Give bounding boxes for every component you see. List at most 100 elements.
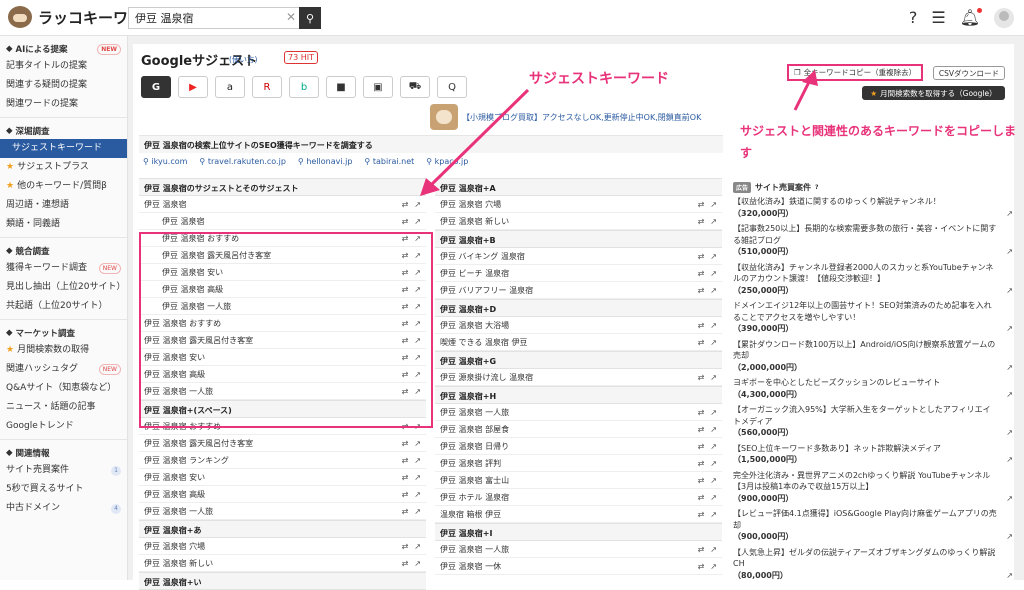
external-link-icon[interactable]: ↗ xyxy=(1001,362,1013,374)
seo-site-link[interactable]: ⚲ tabirai.net xyxy=(364,157,414,166)
swap-icon[interactable]: ⇄ xyxy=(402,387,409,396)
avatar[interactable] xyxy=(994,8,1014,28)
ad-item[interactable]: ヨギボーを中心としたビーズクッションのレビューサイト （4,300,000円） ↗ xyxy=(733,377,1013,400)
clear-icon[interactable]: ✕ xyxy=(286,10,296,24)
suggest-row[interactable]: 伊豆 温泉宿 部屋食 ⇄ ↗ xyxy=(435,421,722,438)
swap-icon[interactable]: ⇄ xyxy=(402,559,409,568)
swap-icon[interactable]: ⇄ xyxy=(402,200,409,209)
ad-item[interactable]: 完全外注化済み・異世界アニメの2chゆっくり解説 YouTubeチャンネル【3月… xyxy=(733,470,1013,505)
external-link-icon[interactable]: ↗ xyxy=(710,442,717,451)
external-link-icon[interactable]: ↗ xyxy=(710,562,717,571)
suggest-row[interactable]: 伊豆 温泉宿 穴場 ⇄ ↗ xyxy=(139,538,426,555)
external-link-icon[interactable]: ↗ xyxy=(414,302,421,311)
bell-icon[interactable]: 🔔︎ xyxy=(960,8,982,28)
external-link-icon[interactable]: ↗ xyxy=(1001,323,1013,335)
suggest-row[interactable]: 伊豆 温泉宿 安い ⇄ ↗ xyxy=(139,469,426,486)
ad-item[interactable]: 【収益化済み】鉄道に関するのゆっくり解説チャンネル！ （320,000円） ↗ xyxy=(733,196,1013,219)
sidebar-item-4-0[interactable]: サイト売買案件 1 xyxy=(0,461,127,480)
external-link-icon[interactable]: ↗ xyxy=(1001,285,1013,297)
external-link-icon[interactable]: ↗ xyxy=(1001,493,1013,505)
suggest-row[interactable]: 伊豆 ホテル 温泉宿 ⇄ ↗ xyxy=(435,489,722,506)
external-link-icon[interactable]: ↗ xyxy=(414,234,421,243)
swap-icon[interactable]: ⇄ xyxy=(402,336,409,345)
engine-tab-rakuten[interactable]: R xyxy=(252,76,282,98)
swap-icon[interactable]: ⇄ xyxy=(698,408,705,417)
swap-icon[interactable]: ⇄ xyxy=(698,373,705,382)
swap-icon[interactable]: ⇄ xyxy=(698,459,705,468)
swap-icon[interactable]: ⇄ xyxy=(698,493,705,502)
seo-site-link[interactable]: ⚲ travel.rakuten.co.jp xyxy=(199,157,285,166)
ad-item[interactable]: 【累計ダウンロード数100万以上】Android/iOS向け観察系放置ゲームの売… xyxy=(733,339,1013,374)
external-link-icon[interactable]: ↗ xyxy=(1001,389,1013,401)
external-link-icon[interactable]: ↗ xyxy=(414,422,421,431)
seo-site-link[interactable]: ⚲ ikyu.com xyxy=(143,157,187,166)
sidebar-item-4-2[interactable]: 中古ドメイン 4 xyxy=(0,499,127,518)
ad-item[interactable]: 【レビュー評価4.1点獲得】iOS&Google Play向け麻雀ゲームアプリの… xyxy=(733,508,1013,543)
engine-tab-qa[interactable]: Q xyxy=(437,76,467,98)
swap-icon[interactable]: ⇄ xyxy=(698,510,705,519)
ad-item[interactable]: 【SEO上位キーワード多数あり】ネット詐欺解決メディア （1,500,000円） ↗ xyxy=(733,443,1013,466)
search-input[interactable] xyxy=(128,7,299,29)
external-link-icon[interactable]: ↗ xyxy=(414,439,421,448)
suggest-row[interactable]: 伊豆 温泉宿 露天風呂付き客室 ⇄ ↗ xyxy=(139,247,426,264)
suggest-row[interactable]: 伊豆 温泉宿 露天風呂付き客室 ⇄ ↗ xyxy=(139,435,426,452)
external-link-icon[interactable]: ↗ xyxy=(710,459,717,468)
suggest-row[interactable]: 伊豆 温泉宿 評判 ⇄ ↗ xyxy=(435,455,722,472)
swap-icon[interactable]: ⇄ xyxy=(698,442,705,451)
swap-icon[interactable]: ⇄ xyxy=(402,456,409,465)
swap-icon[interactable]: ⇄ xyxy=(698,217,705,226)
swap-icon[interactable]: ⇄ xyxy=(402,370,409,379)
swap-icon[interactable]: ⇄ xyxy=(402,217,409,226)
sidebar-item-1-4[interactable]: 類語・同義語 xyxy=(0,215,127,234)
suggest-row[interactable]: 伊豆 温泉宿 おすすめ ⇄ ↗ xyxy=(139,315,426,332)
sidebar-item-1-2[interactable]: ★ 他のキーワード/質問β xyxy=(0,177,127,196)
sidebar-item-0-1[interactable]: 関連する疑問の提案 xyxy=(0,76,127,95)
sidebar-item-3-3[interactable]: ニュース・話題の記事 xyxy=(0,398,127,417)
swap-icon[interactable]: ⇄ xyxy=(402,251,409,260)
suggest-row[interactable]: 伊豆 温泉宿 ⇄ ↗ xyxy=(139,196,426,213)
external-link-icon[interactable]: ↗ xyxy=(710,510,717,519)
external-link-icon[interactable]: ↗ xyxy=(710,545,717,554)
external-link-icon[interactable]: ↗ xyxy=(1001,570,1013,582)
engine-tab-amazon[interactable]: a xyxy=(215,76,245,98)
swap-icon[interactable]: ⇄ xyxy=(698,338,705,347)
engine-tab-youtube[interactable]: ▶ xyxy=(178,76,208,98)
sidebar-item-1-3[interactable]: 周辺語・連想語 xyxy=(0,196,127,215)
sidebar-item-0-2[interactable]: 関連ワードの提案 xyxy=(0,95,127,114)
sidebar-item-1-1[interactable]: ★ サジェストプラス xyxy=(0,158,127,177)
suggest-row[interactable]: 伊豆 温泉宿 ⇄ ↗ xyxy=(139,213,426,230)
search-button[interactable]: ⚲ xyxy=(299,7,321,29)
swap-icon[interactable]: ⇄ xyxy=(402,302,409,311)
external-link-icon[interactable]: ↗ xyxy=(710,217,717,226)
swap-icon[interactable]: ⇄ xyxy=(402,285,409,294)
help-icon[interactable]: ? xyxy=(909,8,918,28)
ad-item[interactable]: ドメインエイジ12年以上の園芸サイト！SEO対策済みのため記事を入れることでアク… xyxy=(733,300,1013,335)
suggest-row[interactable]: 伊豆 温泉宿 一人旅 ⇄ ↗ xyxy=(435,541,722,558)
sidebar-item-0-0[interactable]: 記事タイトルの提案 xyxy=(0,57,127,76)
sidebar-item-2-2[interactable]: 共起語（上位20サイト） xyxy=(0,297,127,316)
sidebar-item-3-0[interactable]: ★ 月間検索数の取得 xyxy=(0,341,127,360)
suggest-row[interactable]: 伊豆 温泉宿 一休 ⇄ ↗ xyxy=(435,558,722,575)
swap-icon[interactable]: ⇄ xyxy=(698,545,705,554)
external-link-icon[interactable]: ↗ xyxy=(414,490,421,499)
external-link-icon[interactable]: ↗ xyxy=(414,507,421,516)
external-link-icon[interactable]: ↗ xyxy=(414,217,421,226)
external-link-icon[interactable]: ↗ xyxy=(1001,454,1013,466)
external-link-icon[interactable]: ↗ xyxy=(710,200,717,209)
swap-icon[interactable]: ⇄ xyxy=(698,269,705,278)
suggest-row[interactable]: 伊豆 温泉宿 安い ⇄ ↗ xyxy=(139,264,426,281)
swap-icon[interactable]: ⇄ xyxy=(698,252,705,261)
suggest-row[interactable]: 伊豆 温泉宿 一人旅 ⇄ ↗ xyxy=(139,298,426,315)
sidebar-item-3-4[interactable]: Googleトレンド xyxy=(0,417,127,436)
external-link-icon[interactable]: ↗ xyxy=(414,200,421,209)
swap-icon[interactable]: ⇄ xyxy=(402,234,409,243)
howto-link[interactable]: (使い方) xyxy=(229,54,257,65)
swap-icon[interactable]: ⇄ xyxy=(402,353,409,362)
external-link-icon[interactable]: ↗ xyxy=(414,319,421,328)
suggest-row[interactable]: 伊豆 温泉宿 ランキング ⇄ ↗ xyxy=(139,452,426,469)
external-link-icon[interactable]: ↗ xyxy=(1001,246,1013,258)
suggest-row[interactable]: 伊豆 温泉宿 おすすめ ⇄ ↗ xyxy=(139,418,426,435)
ad-item[interactable]: 【収益化済み】チャンネル登録者2000人のスカッと系YouTubeチャンネルのア… xyxy=(733,262,1013,297)
engine-tab-shopping[interactable]: ⛟ xyxy=(400,76,430,98)
swap-icon[interactable]: ⇄ xyxy=(402,319,409,328)
